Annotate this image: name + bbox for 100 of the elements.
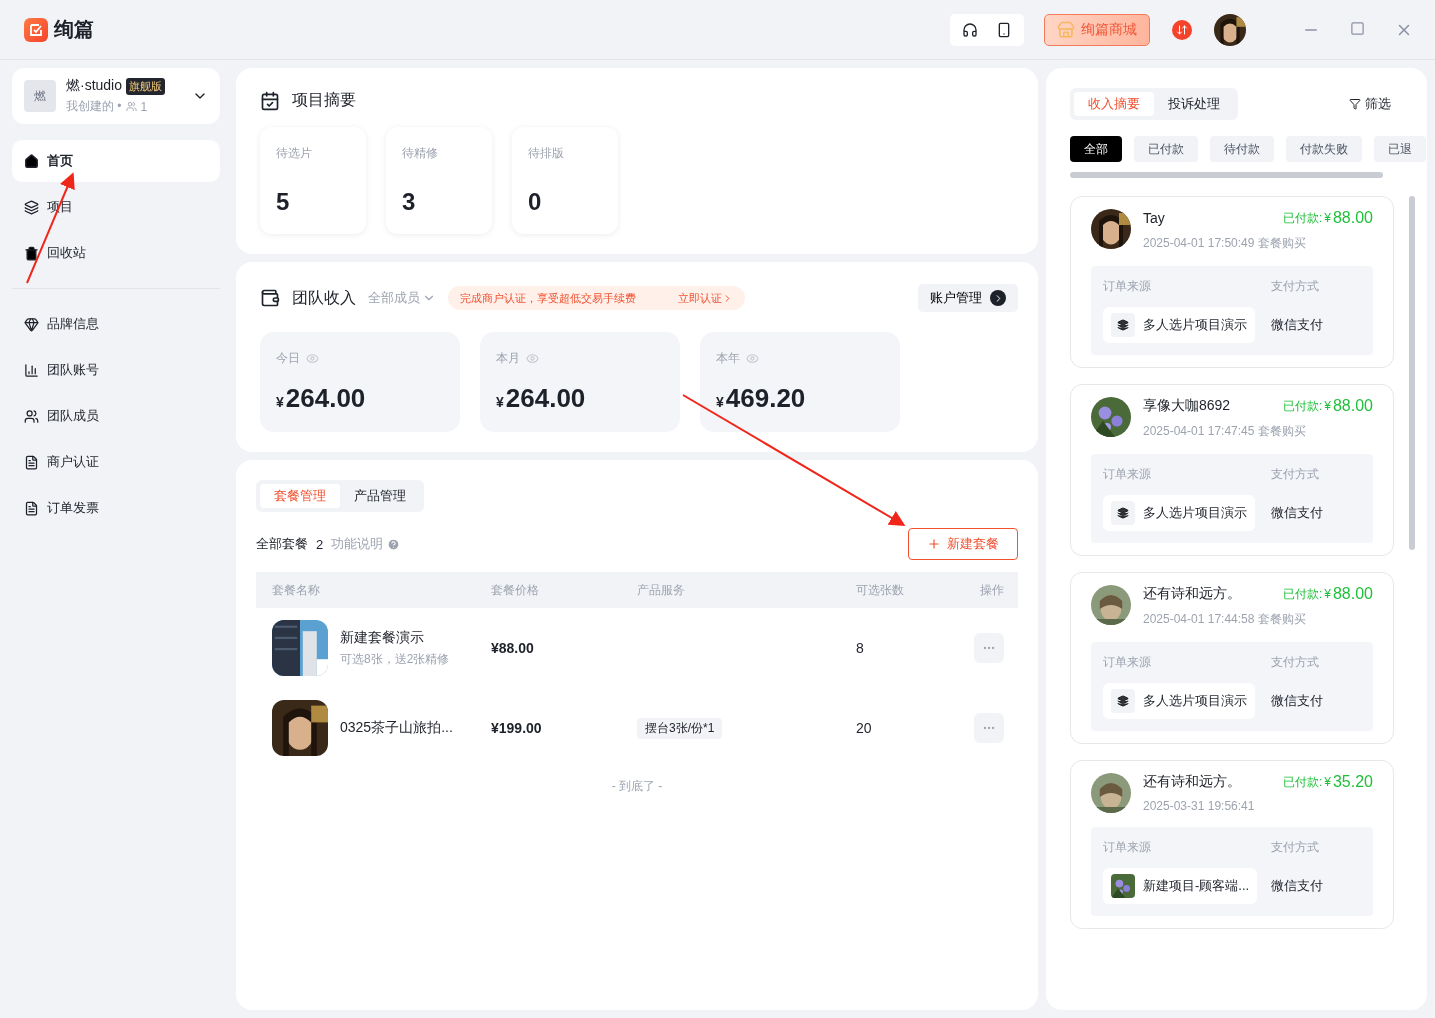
filter-chip[interactable]: 全部 — [1070, 136, 1122, 162]
order-source[interactable]: 多人选片项目演示 — [1103, 307, 1255, 343]
account-button[interactable]: 账户管理 — [918, 284, 1018, 312]
currency-symbol: ¥ — [276, 394, 284, 410]
photo-count: 8 — [856, 640, 865, 656]
tab[interactable]: 投诉处理 — [1154, 92, 1234, 116]
new-package-button[interactable]: 新建套餐 — [908, 528, 1018, 560]
order-card[interactable]: 享像大咖8692 已付款: ¥88.00 2025-04-01 17:47:45 套餐购买 订单来源 支付方式 多人选片项目演示 微信支付 — [1070, 384, 1394, 556]
stat-value: 0 — [528, 188, 543, 216]
field-label: 订单来源 — [1103, 654, 1152, 671]
income-amount: 469.20 — [725, 383, 806, 413]
customer-name: Tay — [1143, 210, 1165, 226]
period-label: 本月 — [496, 350, 520, 367]
arrow-circle-icon — [990, 290, 1006, 306]
member-icon — [125, 101, 137, 112]
team-meta: 我创建的 • — [66, 98, 122, 115]
headset-icon[interactable] — [962, 21, 978, 38]
payment-method: 微信支付 — [1271, 692, 1324, 710]
payment-status: 已付款: — [1282, 397, 1323, 415]
filter-icon — [1349, 98, 1361, 110]
users-icon — [24, 408, 39, 424]
payment-method: 微信支付 — [1271, 877, 1324, 895]
stat-label: 待排版 — [528, 145, 565, 162]
field-label: 支付方式 — [1271, 278, 1320, 295]
member-count: 1 — [140, 99, 148, 114]
eye-icon[interactable] — [306, 352, 319, 365]
team-card[interactable]: 燃 燃·studio 旗舰版 我创建的 • 1 — [12, 68, 220, 124]
column-header: 产品服务 — [637, 581, 686, 599]
field-label: 支付方式 — [1271, 466, 1320, 483]
layers-icon — [1117, 507, 1129, 519]
nav-item[interactable]: 首页 — [12, 140, 220, 182]
filter-chip[interactable]: 付款失败 — [1286, 136, 1362, 162]
trash-icon — [24, 245, 39, 261]
team-name: 燃·studio — [66, 77, 123, 95]
order-amount: 35.20 — [1332, 773, 1373, 791]
sync-icon[interactable] — [1172, 19, 1192, 40]
customer-name: 享像大咖8692 — [1143, 397, 1231, 415]
phone-icon[interactable] — [996, 21, 1012, 38]
period-label: 本年 — [716, 350, 740, 367]
source-name: 多人选片项目演示 — [1143, 316, 1247, 334]
income-amount: 264.00 — [285, 383, 366, 413]
more-button[interactable] — [974, 633, 1004, 663]
order-amount: 88.00 — [1332, 209, 1373, 227]
order-source[interactable]: 新建项目-顾客端... — [1103, 868, 1258, 904]
maximize-icon[interactable] — [1350, 20, 1365, 36]
order-time: 2025-03-31 19:56:41 — [1143, 799, 1256, 813]
filter-chip[interactable]: 已退 — [1374, 136, 1426, 162]
order-source[interactable]: 多人选片项目演示 — [1103, 683, 1255, 719]
end-of-list: - 到底了 - — [256, 778, 1018, 795]
tab[interactable]: 套餐管理 — [260, 484, 340, 508]
package-name: 新建套餐演示 — [340, 628, 425, 647]
nav-item[interactable]: 回收站 — [12, 232, 220, 274]
field-label: 支付方式 — [1271, 839, 1320, 856]
home-icon — [24, 153, 39, 169]
order-card[interactable]: 还有诗和远方。 已付款: ¥88.00 2025-04-01 17:44:58 套餐购买 订单来源 支付方式 多人选片项目演示 微信支付 — [1070, 572, 1394, 744]
column-header: 操作 — [980, 581, 1004, 599]
eye-icon[interactable] — [746, 352, 759, 365]
package-subtitle: 可选8张，送2张精修 — [340, 650, 450, 668]
column-header: 可选张数 — [856, 581, 905, 599]
currency-symbol: ¥ — [1324, 399, 1331, 413]
order-time: 2025-04-01 17:50:49 套餐购买 — [1143, 235, 1307, 252]
column-header: 套餐名称 — [272, 581, 321, 599]
layers-icon — [1117, 319, 1129, 331]
nav-item[interactable]: 团队成员 — [12, 395, 220, 437]
service-tag: 摆台3张/份*1 — [637, 717, 723, 739]
app-logo-icon — [24, 17, 48, 42]
layers-icon — [1117, 695, 1129, 707]
nav-item[interactable]: 订单发票 — [12, 487, 220, 529]
filter-button[interactable]: 筛选 — [1349, 95, 1391, 113]
period-label: 今日 — [276, 350, 300, 367]
filter-chip[interactable]: 已付款 — [1134, 136, 1198, 162]
source-name: 多人选片项目演示 — [1143, 504, 1247, 522]
customer-name: 还有诗和远方。 — [1143, 585, 1241, 603]
order-source[interactable]: 多人选片项目演示 — [1103, 495, 1255, 531]
tab[interactable]: 产品管理 — [340, 484, 420, 508]
package-count: 2 — [316, 536, 324, 552]
app-name: 绚篇 — [54, 17, 94, 42]
currency-symbol: ¥ — [1324, 587, 1331, 601]
tab[interactable]: 收入摘要 — [1074, 92, 1154, 116]
order-card[interactable]: 还有诗和远方。 已付款: ¥35.20 2025-03-31 19:56:41 订单来源 支付方式 新建项目-顾客端... 微信支付 — [1070, 760, 1394, 929]
diamond-icon — [24, 316, 39, 332]
source-name: 多人选片项目演示 — [1143, 692, 1247, 710]
nav-item[interactable]: 团队账号 — [12, 349, 220, 391]
field-label: 订单来源 — [1103, 278, 1152, 295]
stat-value: 3 — [402, 188, 417, 216]
payment-status: 已付款: — [1282, 585, 1323, 603]
stat-label: 待选片 — [276, 145, 313, 162]
more-button[interactable] — [974, 713, 1004, 743]
payment-method: 微信支付 — [1271, 316, 1324, 334]
order-card[interactable]: Tay 已付款: ¥88.00 2025-04-01 17:50:49 套餐购买 订单来源 支付方式 多人选片项目演示 微信支付 — [1070, 196, 1394, 368]
currency-symbol: ¥ — [496, 394, 504, 410]
user-avatar[interactable] — [1214, 13, 1246, 46]
filter-chip[interactable]: 待付款 — [1210, 136, 1274, 162]
nav-item[interactable]: 品牌信息 — [12, 303, 220, 345]
nav-item[interactable]: 商户认证 — [12, 441, 220, 483]
field-label: 支付方式 — [1271, 654, 1320, 671]
package-name: 0325茶子山旅拍... — [340, 719, 453, 737]
eye-icon[interactable] — [526, 352, 539, 365]
calendar-icon — [260, 90, 280, 111]
help-icon — [387, 537, 401, 551]
